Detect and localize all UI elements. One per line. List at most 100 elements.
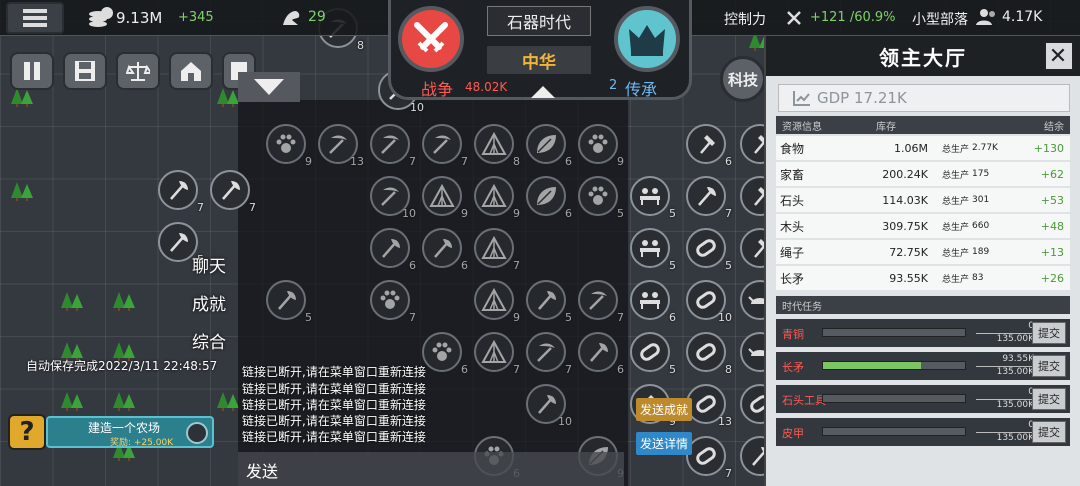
pause-icon <box>24 62 40 80</box>
people-tile[interactable]: 5 <box>630 176 676 220</box>
nation-label[interactable]: 中华 <box>487 46 591 74</box>
tile-count: 10 <box>718 311 732 324</box>
resource-prod-label: 总生产 <box>942 222 970 233</box>
law-button[interactable] <box>116 52 160 90</box>
leaf-tile[interactable]: 6 <box>526 124 572 168</box>
population-value: 4.17K <box>1002 9 1043 25</box>
chat-message: 链接已断开,请在菜单窗口重新连接 <box>242 430 426 444</box>
triangle-up-icon[interactable] <box>531 86 555 98</box>
axe-tile[interactable]: 5 <box>266 280 312 324</box>
task-name: 长矛 <box>782 361 804 374</box>
build-button[interactable] <box>169 52 213 90</box>
resource-row: 石头 114.03K 总生产 301 +53 <box>776 188 1070 212</box>
submit-button[interactable]: 提交 <box>1032 355 1066 377</box>
paw-tile[interactable]: 5 <box>578 176 624 220</box>
chat-input[interactable] <box>238 452 624 486</box>
axe-tile[interactable]: 7 <box>158 170 204 214</box>
pause-button[interactable] <box>10 52 54 90</box>
rope-tile[interactable]: 8 <box>686 332 732 376</box>
pick-tile[interactable]: 10 <box>370 176 416 220</box>
paw-icon <box>588 186 608 205</box>
submit-button[interactable]: 提交 <box>1032 421 1066 443</box>
tent-tile[interactable]: 7 <box>474 228 520 272</box>
save-button[interactable] <box>63 52 107 90</box>
submit-button[interactable]: 提交 <box>1032 388 1066 410</box>
hammer-tile[interactable]: 6 <box>686 124 732 168</box>
tech-button[interactable]: 科技 <box>720 56 766 102</box>
task-target: 135.00K <box>976 399 1034 410</box>
tile-count: 5 <box>669 259 676 272</box>
resource-name: 石头 <box>780 193 805 208</box>
close-button[interactable]: ✕ <box>1044 41 1074 71</box>
send-details-button[interactable]: 发送详情 <box>636 432 693 455</box>
tile-count: 5 <box>305 311 312 324</box>
tab-chat[interactable]: 聊天 <box>192 252 226 277</box>
chat-collapse-button[interactable] <box>238 72 300 102</box>
axe-tile[interactable]: 6 <box>578 332 624 376</box>
tile-count: 6 <box>461 363 468 376</box>
tile-count: 10 <box>402 207 416 220</box>
tab-general[interactable]: 综合 <box>192 328 226 353</box>
question-icon: ? <box>19 417 35 447</box>
crown-icon <box>629 25 665 56</box>
axe-icon <box>538 291 556 310</box>
paw-tile[interactable]: 9 <box>578 124 624 168</box>
rope-tile[interactable]: 10 <box>686 280 732 324</box>
paw-tile[interactable]: 6 <box>422 332 468 376</box>
send-achievement-button[interactable]: 发送成就 <box>636 398 693 421</box>
task-progress-bar <box>822 427 966 436</box>
pick-tile[interactable]: 7 <box>526 332 572 376</box>
paw-tile[interactable]: 9 <box>266 124 312 168</box>
resource-row: 长矛 93.55K 总生产 83 +26 <box>776 266 1070 290</box>
strength-value: 29 <box>308 9 326 25</box>
save-icon <box>75 61 95 81</box>
tent-tile[interactable]: 9 <box>422 176 468 220</box>
people-tile[interactable]: 5 <box>630 228 676 272</box>
era-task-row: 长矛 93.55K 135.00K 提交 <box>776 352 1070 380</box>
pick-tile[interactable]: 13 <box>318 124 364 168</box>
people-tile[interactable]: 6 <box>630 280 676 324</box>
axe-tile[interactable]: 6 <box>422 228 468 272</box>
resource-row: 食物 1.06M 总生产 2.77K +130 <box>776 136 1070 160</box>
axe-tile[interactable]: 10 <box>526 384 572 428</box>
tile-count: 10 <box>410 101 424 114</box>
task-name: 石头工具 <box>782 394 826 407</box>
pick-tile[interactable]: 7 <box>578 280 624 324</box>
pick-tile[interactable]: 7 <box>370 124 416 168</box>
submit-button[interactable]: 提交 <box>1032 322 1066 344</box>
tile-count: 7 <box>617 311 624 324</box>
pick-tile[interactable]: 7 <box>422 124 468 168</box>
resource-stock: 114.03K <box>882 193 928 207</box>
rope-icon <box>696 239 716 257</box>
leaf-tile[interactable]: 6 <box>526 176 572 220</box>
axe-tile[interactable]: 5 <box>526 280 572 324</box>
heritage-button[interactable] <box>614 6 680 72</box>
triangle-down-icon <box>254 79 284 95</box>
tent-tile[interactable]: 7 <box>474 332 520 376</box>
war-button[interactable] <box>398 6 464 72</box>
chat-message: 链接已断开,请在菜单窗口重新连接 <box>242 382 426 396</box>
resource-stock: 200.24K <box>882 167 928 181</box>
tent-tile[interactable]: 8 <box>474 124 520 168</box>
tent-tile[interactable]: 9 <box>474 280 520 324</box>
axe-tile[interactable]: 6 <box>370 228 416 272</box>
pick-icon <box>381 135 399 154</box>
tent-tile[interactable]: 9 <box>474 176 520 220</box>
control-value: +121 /60.9% <box>810 10 896 25</box>
quest-card[interactable]: 建造一个农场 奖励: +25.00K <box>46 416 214 448</box>
menu-button[interactable] <box>6 2 64 34</box>
rope-tile[interactable]: 5 <box>630 332 676 376</box>
rope-tile[interactable]: 5 <box>686 228 732 272</box>
crossed-swords-small-icon <box>787 11 801 25</box>
rope-icon <box>696 343 716 361</box>
tile-count: 5 <box>669 363 676 376</box>
paw-icon <box>380 290 400 309</box>
paw-tile[interactable]: 7 <box>370 280 416 324</box>
tab-achievements[interactable]: 成就 <box>192 290 226 315</box>
tent-icon <box>481 235 507 259</box>
tile-count: 5 <box>669 207 676 220</box>
task-target: 135.00K <box>976 333 1034 344</box>
help-button[interactable]: ? <box>8 414 46 450</box>
axe-tile[interactable]: 7 <box>210 170 256 214</box>
axe-tile[interactable]: 7 <box>686 176 732 220</box>
